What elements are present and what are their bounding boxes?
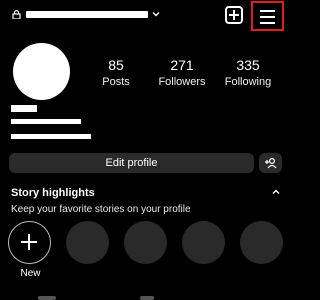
avatar[interactable] [13,43,70,100]
bottom-nav-add-hint[interactable] [140,296,154,300]
stat-following[interactable]: 335 Following [218,57,278,89]
highlight-placeholder[interactable] [240,221,283,264]
redacted-name [11,105,37,112]
chevron-up-icon[interactable] [271,187,281,197]
menu-line [260,22,275,24]
highlight-placeholder[interactable] [182,221,225,264]
highlight-placeholder[interactable] [124,221,167,264]
discover-people-button[interactable] [259,153,282,173]
bottom-nav-home-hint[interactable] [38,296,56,300]
menu-line [260,10,275,12]
add-person-icon [265,157,277,169]
following-count: 335 [236,57,260,73]
posts-label: Posts [102,76,130,88]
new-highlight-button[interactable] [8,221,51,264]
story-highlights-title: Story highlights [11,187,95,199]
stat-followers[interactable]: 271 Followers [152,57,212,89]
following-label: Following [224,76,272,88]
redacted-bio-line [11,134,91,139]
redacted-bio-line [11,119,81,124]
stat-posts[interactable]: 85 Posts [86,57,146,89]
lock-icon [12,10,21,19]
menu-line [260,16,275,18]
edit-profile-button[interactable]: Edit profile [9,153,254,173]
posts-count: 85 [108,57,124,73]
new-highlight-label: New [20,268,41,279]
chevron-down-icon[interactable] [151,9,161,19]
followers-count: 271 [170,57,194,73]
followers-label: Followers [158,76,206,88]
add-post-icon[interactable] [225,6,243,24]
hamburger-menu-button[interactable] [251,1,284,31]
redacted-username[interactable] [26,11,148,18]
highlight-placeholder[interactable] [66,221,109,264]
story-highlights-subtitle: Keep your favorite stories on your profi… [11,204,191,215]
